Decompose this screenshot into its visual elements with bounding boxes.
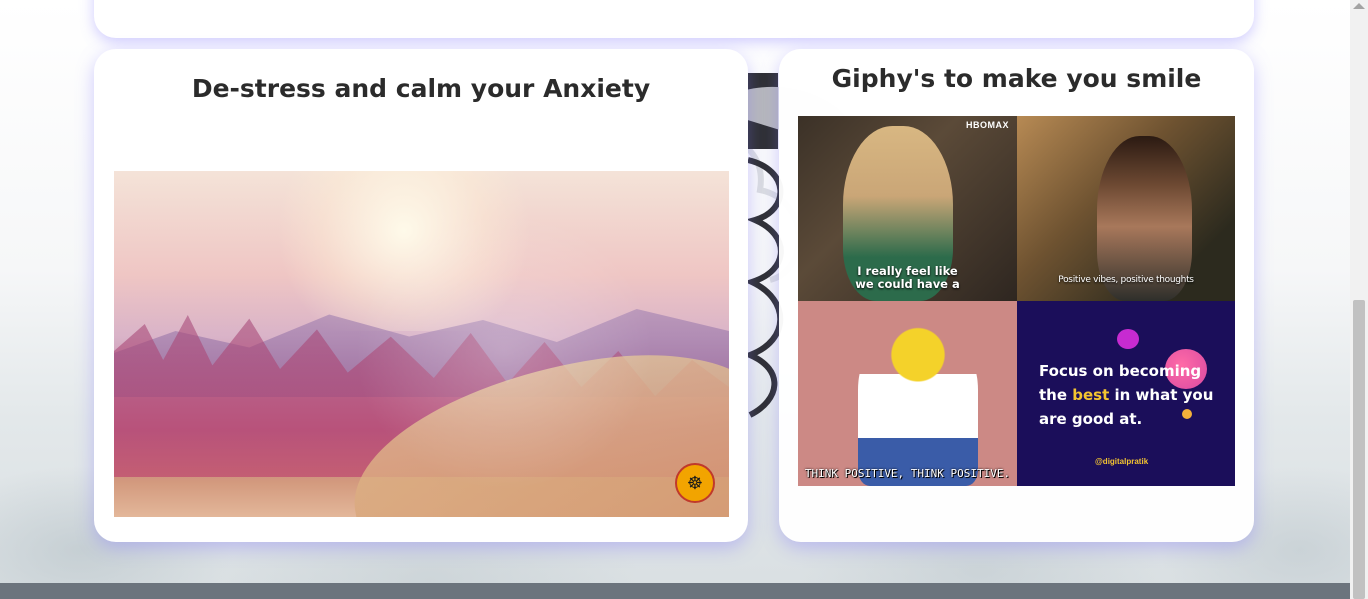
gif-cartoon-character [858, 326, 978, 486]
meditation-icon: ☸ [675, 463, 715, 503]
scroll-up-arrow-icon[interactable] [1353, 3, 1365, 9]
quote-highlight: best [1072, 386, 1110, 404]
gif-tile[interactable]: Positive vibes, positive thoughts [1017, 116, 1235, 301]
scrollbar-thumb[interactable] [1353, 300, 1365, 599]
giphy-card: Giphy's to make you smile HBOMAX I reall… [779, 49, 1254, 542]
gif-tile[interactable]: THINK POSITIVE, THINK POSITIVE. [798, 301, 1017, 486]
calming-video-player[interactable]: ☸ [114, 171, 729, 517]
gif-handle: @digitalpratik [1095, 457, 1149, 466]
anxiety-card: De-stress and calm your Anxiety ☸ [94, 49, 748, 542]
gif-caption: I really feel like we could have a [798, 265, 1017, 291]
giphy-grid: HBOMAX I really feel like we could have … [798, 116, 1235, 486]
previous-section-card [94, 0, 1254, 38]
footer [0, 583, 1350, 599]
gif-tile[interactable]: Focus on becoming the best in what you a… [1017, 301, 1235, 486]
hbomax-logo: HBOMAX [966, 120, 1009, 130]
gif-tile[interactable]: HBOMAX I really feel like we could have … [798, 116, 1017, 301]
decor-dot [1117, 329, 1139, 349]
gif-caption: Positive vibes, positive thoughts [1058, 275, 1194, 285]
video-light-overlay [354, 211, 654, 491]
gif-caption: THINK POSITIVE, THINK POSITIVE. [804, 467, 1011, 480]
anxiety-card-title: De-stress and calm your Anxiety [191, 74, 651, 103]
gif-caption-line: we could have a [855, 277, 960, 291]
page-scrollbar[interactable] [1350, 0, 1368, 599]
gif-quote: Focus on becoming the best in what you a… [1039, 359, 1229, 431]
giphy-card-title: Giphy's to make you smile [831, 64, 1202, 93]
